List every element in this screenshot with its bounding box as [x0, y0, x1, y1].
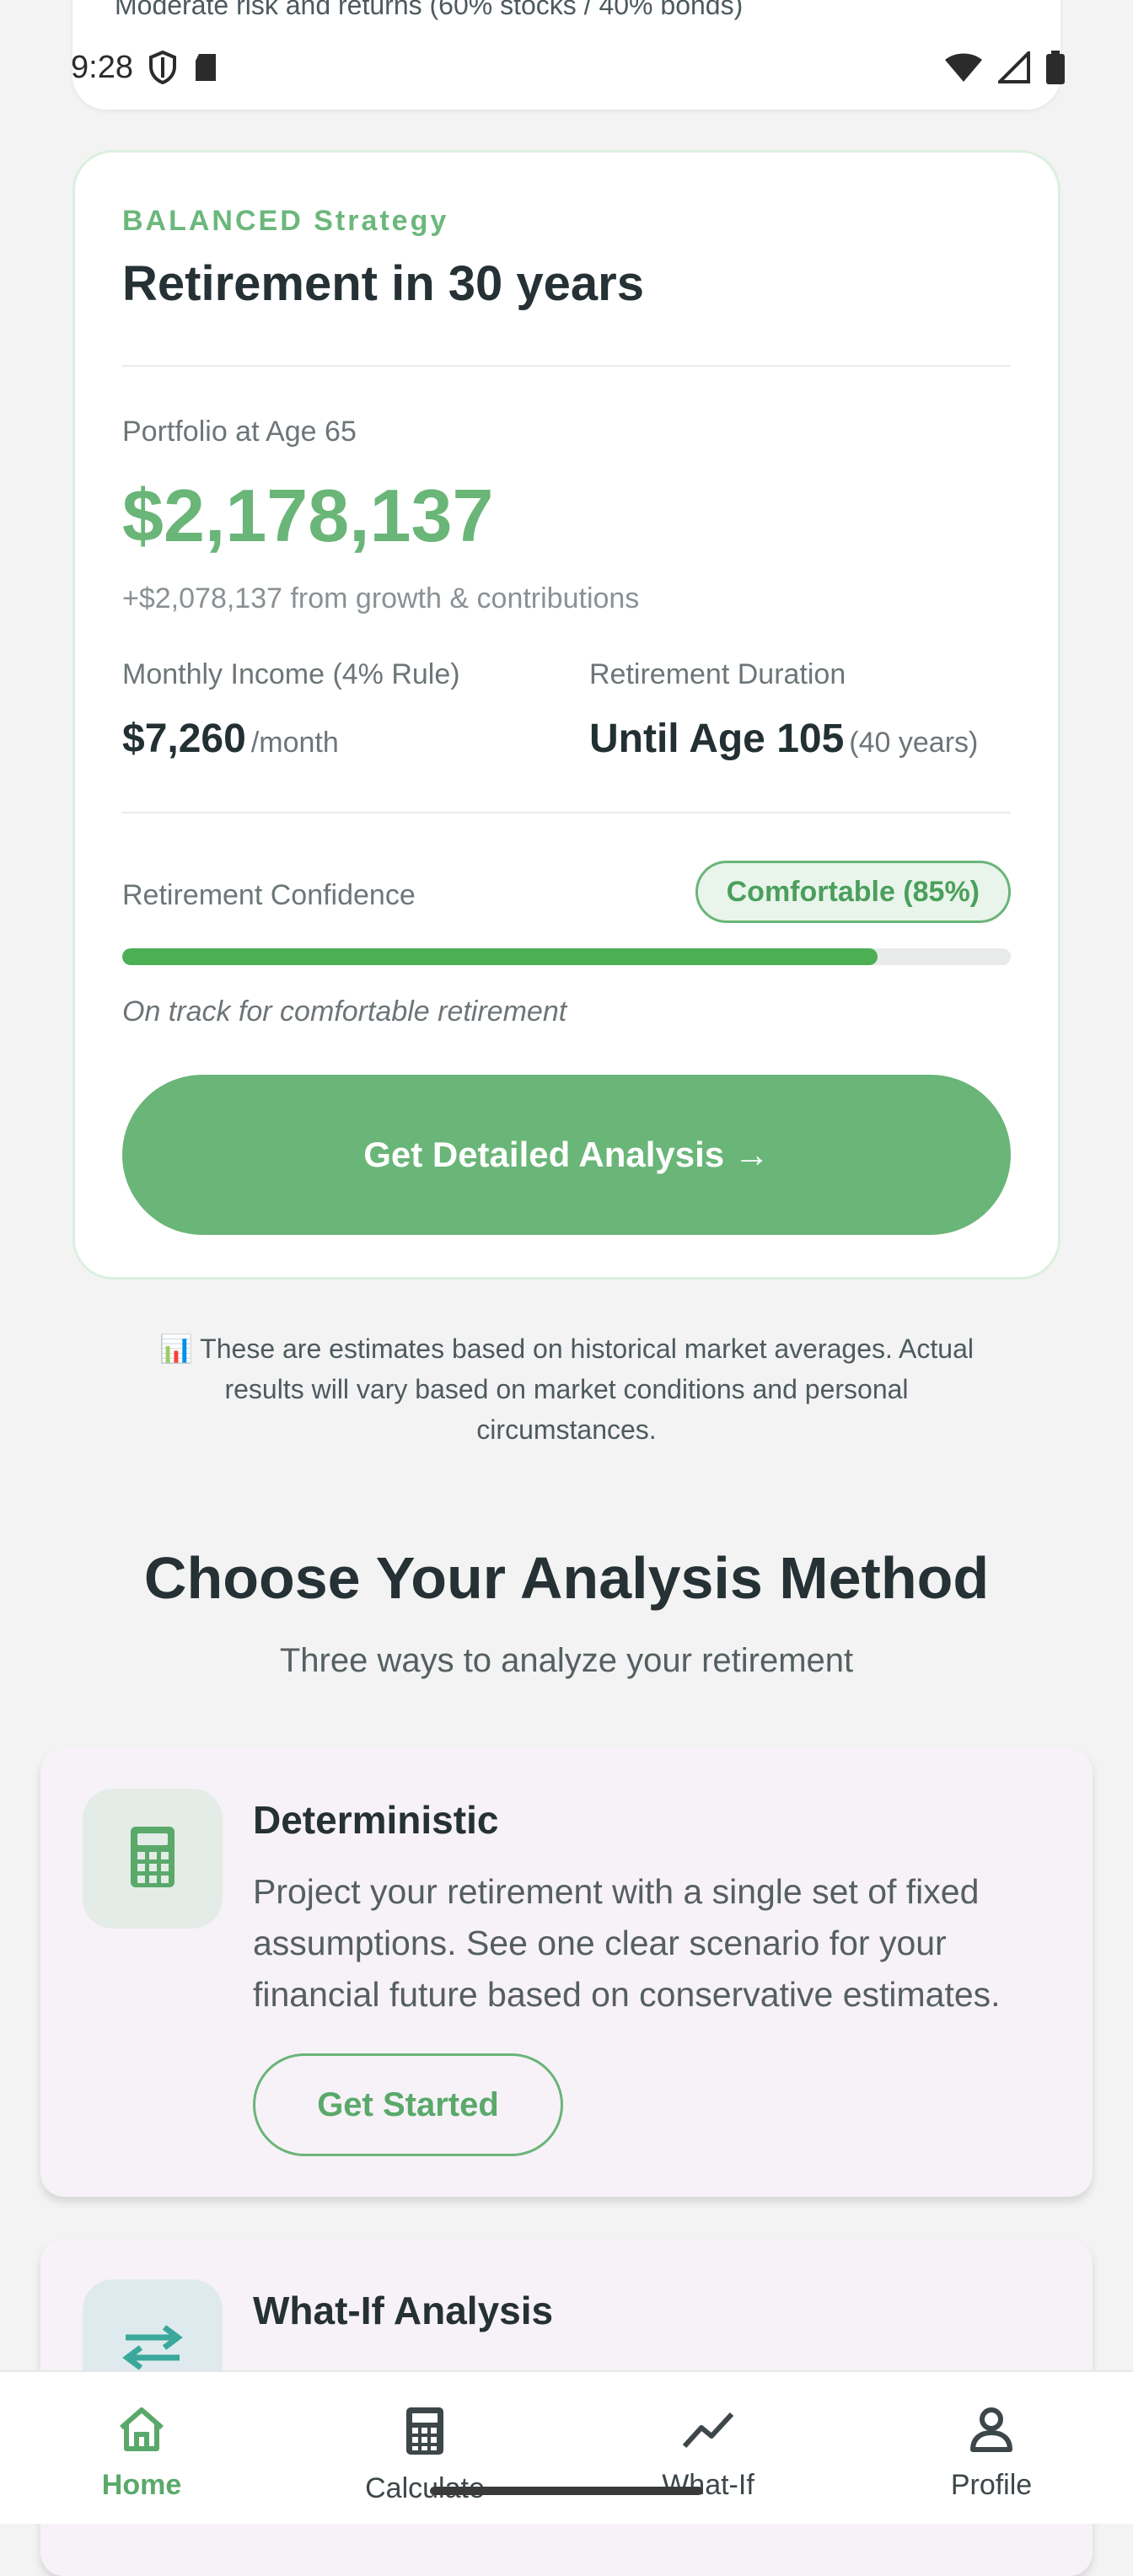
divider: [122, 365, 1011, 367]
disclaimer-text: These are estimates based on historical …: [200, 1334, 974, 1445]
method-title: What-If Analysis: [253, 2289, 554, 2332]
confidence-progress-fill: [122, 948, 878, 965]
monthly-income-label: Monthly Income (4% Rule): [122, 658, 460, 690]
method-card-deterministic[interactable]: Deterministic Project your retirement wi…: [40, 1748, 1093, 2197]
status-left: 9:28: [71, 50, 219, 86]
calculator-icon: [405, 2406, 445, 2461]
method-title: Deterministic: [253, 1798, 499, 1842]
trend-icon: [681, 2406, 735, 2457]
compare-arrows-icon: [117, 2322, 188, 2377]
strategy-kicker: BALANCED Strategy: [122, 205, 449, 237]
strategy-summary-card: BALANCED Strategy Retirement in 30 years…: [72, 150, 1061, 1280]
signal-icon: [998, 51, 1030, 83]
sd-card-icon: [192, 52, 219, 83]
strategy-description: Moderate risk and returns (60% stocks / …: [115, 0, 744, 20]
section-title: Choose Your Analysis Method: [143, 1545, 990, 1611]
home-icon: [116, 2406, 167, 2457]
bottom-navigation: Home Calculate What-If Profile: [0, 2370, 1133, 2524]
growth-note: +$2,078,137 from growth & contributions: [122, 582, 640, 614]
shield-icon: [148, 51, 177, 84]
status-right: [944, 51, 1066, 84]
section-subtitle: Three ways to analyze your retirement: [279, 1642, 854, 1679]
confidence-note: On track for comfortable retirement: [122, 996, 567, 1028]
divider: [122, 812, 1011, 813]
disclaimer: 📊 These are estimates based on historica…: [152, 1328, 981, 1450]
portfolio-label: Portfolio at Age 65: [122, 416, 357, 448]
person-icon: [968, 2406, 1015, 2457]
monthly-income-unit: /month: [250, 727, 339, 759]
gesture-handle[interactable]: [430, 2487, 703, 2495]
nav-home[interactable]: Home: [0, 2372, 283, 2524]
retirement-duration-age: Until Age 105: [589, 716, 845, 761]
get-detailed-analysis-button[interactable]: Get Detailed Analysis →: [122, 1075, 1011, 1235]
confidence-label: Retirement Confidence: [122, 879, 416, 911]
battery-icon: [1045, 51, 1066, 84]
portfolio-value: $2,178,137: [122, 474, 494, 557]
monthly-income-amount: $7,260: [122, 716, 246, 761]
nav-label: What-If: [662, 2469, 754, 2501]
strategy-title: Retirement in 30 years: [122, 256, 644, 311]
nav-profile[interactable]: Profile: [850, 2372, 1133, 2524]
chart-icon: 📊: [159, 1334, 193, 1364]
status-bar: 9:28: [71, 44, 1066, 91]
wifi-icon: [944, 51, 983, 83]
retirement-duration-label: Retirement Duration: [589, 658, 846, 690]
nav-label: Home: [101, 2469, 182, 2501]
confidence-progress-bar: [122, 948, 1011, 965]
retirement-duration-value: Until Age 105 (40 years): [589, 716, 978, 762]
status-time: 9:28: [71, 49, 133, 85]
retirement-duration-years: (40 years): [849, 727, 979, 759]
calculator-icon: [129, 1825, 176, 1893]
method-description: Project your retirement with a single se…: [253, 1872, 1001, 2014]
nav-label: Profile: [950, 2469, 1033, 2501]
nav-what-if[interactable]: What-If: [566, 2372, 850, 2524]
nav-calculate[interactable]: Calculate: [283, 2372, 566, 2524]
monthly-income-value: $7,260/month: [122, 716, 339, 762]
method-icon-container: [83, 1789, 223, 1929]
get-started-button[interactable]: Get Started: [253, 2053, 563, 2156]
confidence-badge: Comfortable (85%): [695, 861, 1011, 923]
